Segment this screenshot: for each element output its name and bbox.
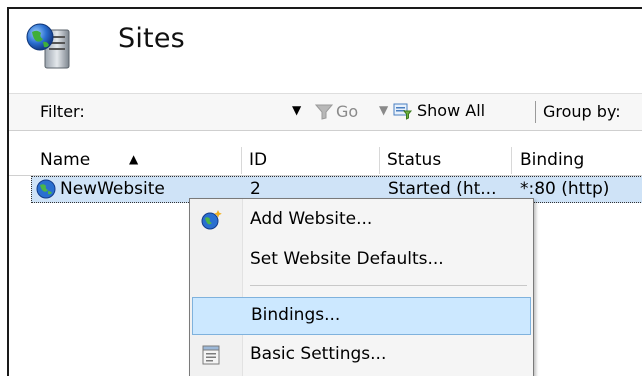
group-by-label[interactable]: Group by: (543, 102, 621, 121)
add-website-icon (201, 210, 222, 230)
table-header: Name ▲ ID Status Binding (9, 147, 642, 176)
show-all-button[interactable]: Show All (393, 101, 485, 120)
menu-item-label: Bindings... (251, 305, 341, 325)
menu-item-label: Add Website... (250, 209, 373, 229)
column-divider[interactable] (379, 147, 380, 174)
site-status: Started (ht... (388, 179, 497, 199)
site-id: 2 (250, 179, 261, 199)
column-header-binding[interactable]: Binding (520, 150, 584, 170)
sort-ascending-icon: ▲ (129, 152, 139, 166)
show-all-label: Show All (417, 101, 486, 120)
show-all-icon (393, 103, 413, 120)
menu-item-add-website[interactable]: Add Website... (190, 202, 533, 238)
server-globe-icon (26, 23, 70, 69)
column-header-id[interactable]: ID (249, 150, 267, 170)
go-label: Go (336, 102, 359, 121)
menu-item-set-website-defaults[interactable]: Set Website Defaults... (190, 242, 533, 278)
menu-separator (250, 285, 527, 286)
go-button[interactable]: Go (315, 102, 358, 121)
column-divider[interactable] (511, 147, 512, 174)
go-dropdown-arrow[interactable]: ▼ (379, 103, 388, 117)
filter-label: Filter: (40, 102, 85, 121)
menu-item-basic-settings[interactable]: Basic Settings... (190, 337, 533, 373)
column-header-name[interactable]: Name (40, 150, 90, 170)
toolbar-separator (535, 101, 536, 123)
iis-sites-pane: Sites Filter: ▼ Go ▼ Show All Group by: … (7, 7, 642, 376)
context-menu: Add Website... Set Website Defaults... B… (189, 198, 534, 376)
basic-settings-icon (202, 345, 220, 365)
page-header: Sites (9, 9, 642, 89)
page-title: Sites (118, 23, 185, 54)
filter-dropdown-arrow[interactable]: ▼ (292, 103, 301, 117)
menu-item-label: Basic Settings... (250, 344, 387, 364)
funnel-icon (315, 104, 333, 120)
menu-item-bindings[interactable]: Bindings... (192, 297, 531, 335)
column-divider[interactable] (241, 147, 242, 174)
column-header-status[interactable]: Status (387, 150, 441, 170)
menu-item-label: Set Website Defaults... (250, 249, 444, 269)
site-binding: *:80 (http) (520, 179, 610, 199)
filter-toolbar: Filter: ▼ Go ▼ Show All Group by: (9, 93, 642, 131)
site-name: NewWebsite (60, 179, 165, 199)
website-globe-icon (36, 179, 56, 199)
